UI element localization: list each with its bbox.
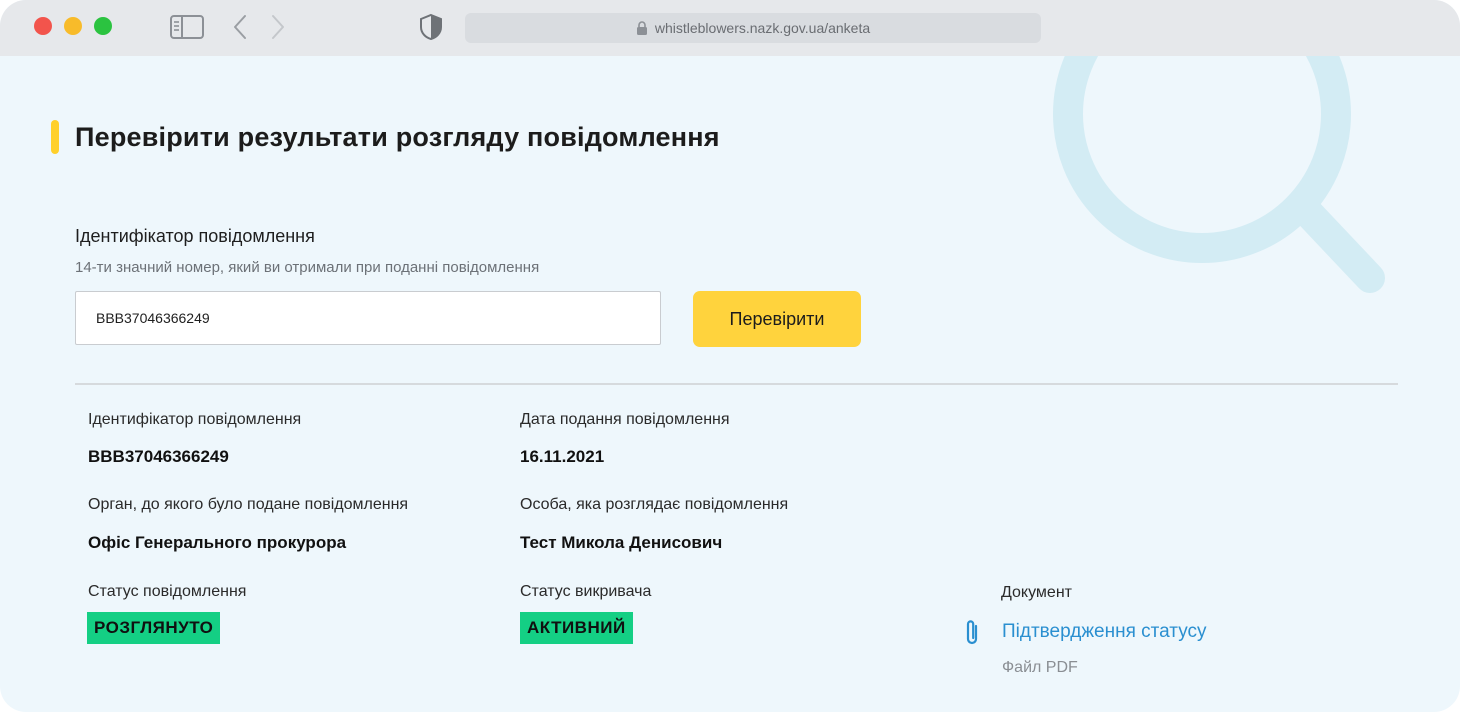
lock-icon (636, 21, 647, 35)
report-status-badge: РОЗГЛЯНУТО (87, 612, 221, 644)
document-file-type: Файл PDF (1002, 659, 1078, 676)
check-button[interactable]: Перевірити (693, 291, 861, 347)
paperclip-icon[interactable] (961, 618, 983, 648)
reviewer-value: Тест Микола Денисович (520, 533, 723, 552)
address-bar[interactable]: whistleblowers.nazk.gov.ua/anketa (465, 13, 1041, 43)
document-label: Документ (1001, 584, 1072, 601)
browser-window: whistleblowers.nazk.gov.ua/anketa Переві… (0, 0, 1460, 712)
status-confirmation-link[interactable]: Підтвердження статусу (1002, 621, 1207, 643)
reviewer-label: Особа, яка розглядає повідомлення (520, 496, 789, 513)
browser-toolbar: whistleblowers.nazk.gov.ua/anketa (0, 0, 1460, 56)
page-title: Перевірити результати розгляду повідомле… (75, 122, 720, 152)
close-window-button[interactable] (34, 17, 52, 35)
shield-icon[interactable] (418, 13, 444, 41)
sidebar-toggle-icon[interactable] (170, 15, 204, 39)
section-divider (75, 383, 1398, 385)
back-arrow-icon[interactable] (232, 14, 248, 40)
magnifier-icon (1053, 56, 1385, 293)
authority-label: Орган, до якого було подане повідомлення (88, 496, 409, 513)
minimize-window-button[interactable] (64, 17, 82, 35)
submission-date-value: 16.11.2021 (520, 447, 605, 466)
authority-value: Офіс Генерального прокурора (88, 533, 347, 552)
identifier-field-hint: 14-ти значний номер, який ви отримали пр… (75, 259, 540, 276)
page-content: Перевірити результати розгляду повідомле… (0, 56, 1460, 712)
result-id-value: BBB37046366249 (88, 447, 229, 466)
identifier-field-label: Ідентифікатор повідомлення (75, 226, 315, 246)
maximize-window-button[interactable] (94, 17, 112, 35)
submission-date-label: Дата подання повідомлення (520, 411, 730, 428)
result-id-label: Ідентифікатор повідомлення (88, 411, 302, 428)
url-text: whistleblowers.nazk.gov.ua/anketa (654, 20, 871, 36)
whistleblower-status-label: Статус викривача (520, 583, 652, 600)
forward-arrow-icon[interactable] (270, 14, 286, 40)
title-accent-bar (51, 120, 59, 154)
report-status-label: Статус повідомлення (88, 583, 247, 600)
whistleblower-status-badge: АКТИВНИЙ (520, 612, 633, 644)
identifier-input[interactable] (75, 291, 661, 345)
